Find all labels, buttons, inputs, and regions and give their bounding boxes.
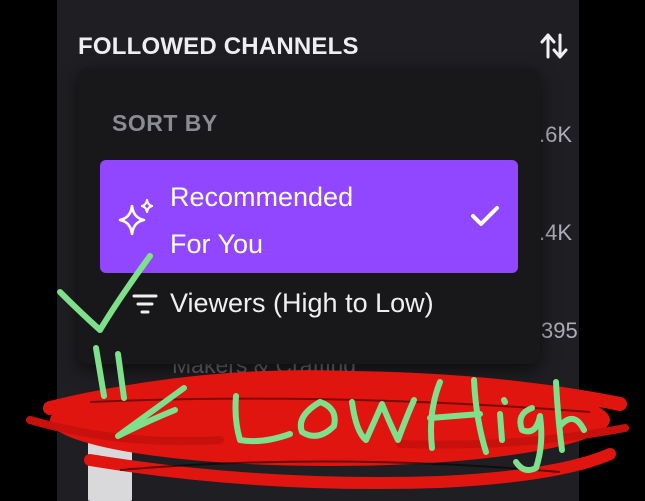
sort-option-label: Recommended For You: [170, 174, 410, 268]
checkmark-icon: [471, 206, 499, 226]
channel-viewer-count: .6K: [539, 122, 573, 147]
sort-option-label: Viewers (High to Low): [170, 288, 434, 318]
sort-option-recommended[interactable]: Recommended For You: [100, 160, 518, 273]
channel-viewer-count: 2.: [553, 414, 572, 439]
sort-toggle-button[interactable]: [534, 26, 574, 66]
sidebar-title: FOLLOWED CHANNELS: [78, 33, 359, 60]
sort-menu-heading: SORT BY: [112, 110, 218, 136]
sort-option-viewers[interactable]: Viewers (High to Low): [100, 276, 518, 334]
channel-viewer-count: 395: [541, 318, 578, 343]
channel-viewer-count: .4K: [539, 220, 573, 245]
sort-option-label-line: For You: [170, 229, 264, 259]
sparkle-icon: [118, 198, 154, 236]
sort-descending-icon: [132, 294, 158, 314]
channel-avatar[interactable]: [88, 440, 132, 501]
sort-option-label-line: Recommended: [170, 182, 354, 212]
screenshot-stage: FOLLOWED CHANNELS .6K .4K 395 2. Makers …: [0, 0, 645, 501]
sort-arrows-icon: [540, 33, 568, 59]
